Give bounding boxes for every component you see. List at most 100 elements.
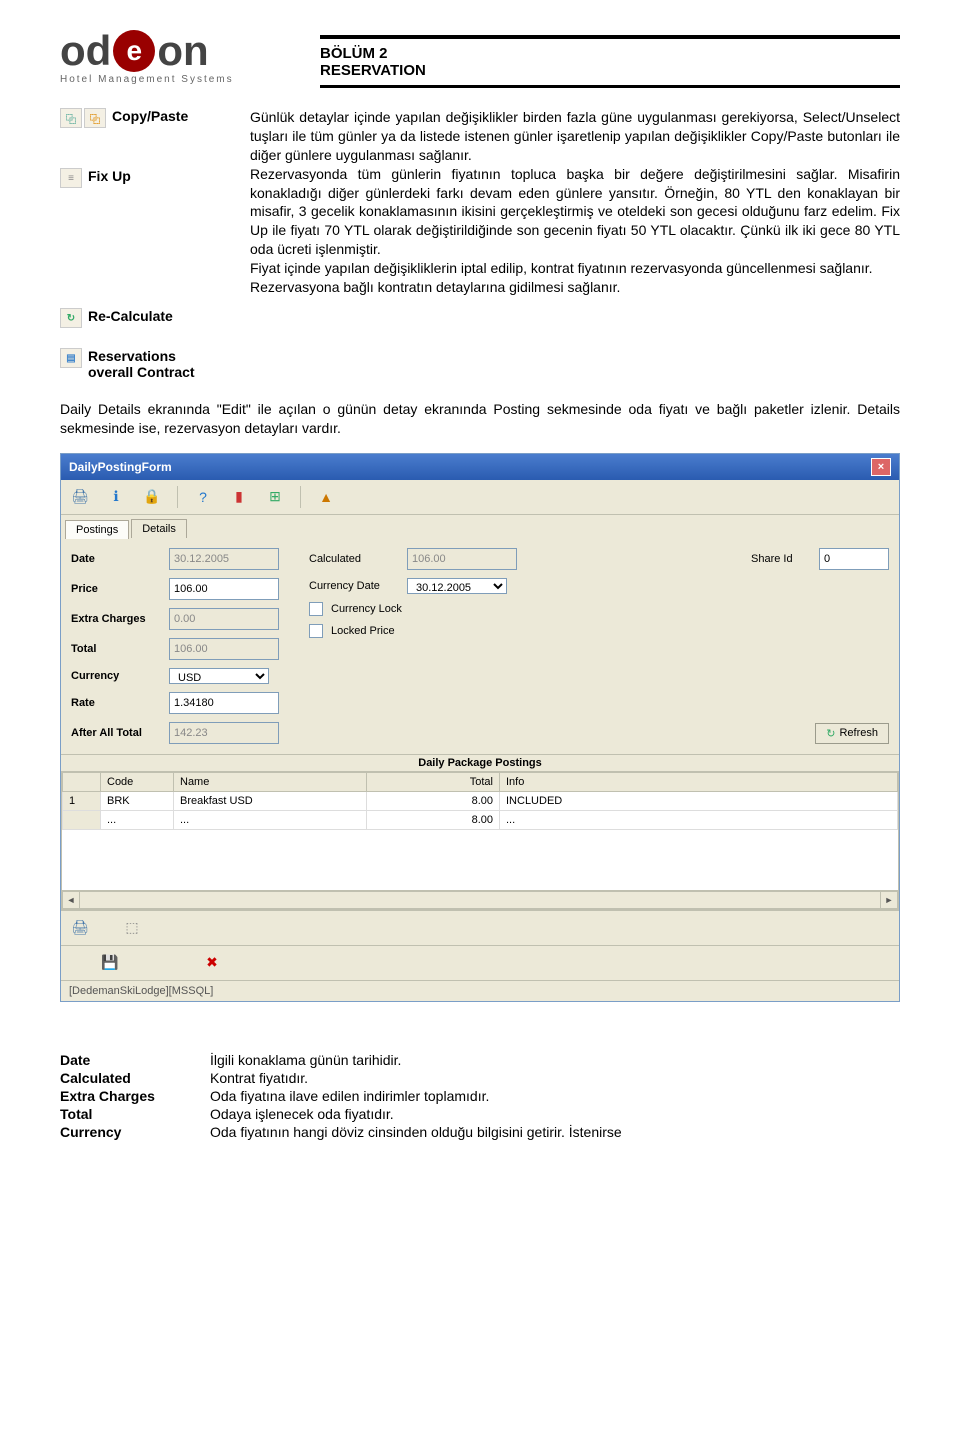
refresh-label: Refresh <box>839 727 878 739</box>
help-icon[interactable]: ? <box>192 486 214 508</box>
feature-table: ⿻ ⿻ Copy/Paste ≡ Fix Up ↻ Re-Calculate ▤… <box>60 108 900 380</box>
def-text-total: Odaya işlenecek oda fiyatıdır. <box>210 1106 900 1122</box>
feature-label-recalc: Re-Calculate <box>88 308 173 324</box>
print-icon-2[interactable]: 🖨 <box>69 917 91 939</box>
calculated-label: Calculated <box>309 553 399 565</box>
currency-label: Currency <box>71 670 161 682</box>
feature-desc-recalc: Fiyat içinde yapılan değişikliklerin ipt… <box>250 259 900 278</box>
tree-icon[interactable]: ⊞ <box>264 486 286 508</box>
status-bar: [DedemanSkiLodge][MSSQL] <box>61 980 899 1001</box>
horizontal-scrollbar[interactable]: ◄ ► <box>62 890 898 909</box>
body-paragraph: Daily Details ekranında "Edit" ile açıla… <box>60 400 900 438</box>
scroll-track[interactable] <box>80 891 880 909</box>
price-label: Price <box>71 583 161 595</box>
titlebar: DailyPostingForm × <box>61 454 899 480</box>
lockprice-checkbox[interactable] <box>309 624 323 638</box>
package-grid: Code Name Total Info 1 BRK Breakfast USD… <box>61 771 899 910</box>
def-text-extra: Oda fiyatına ilave edilen indirimler top… <box>210 1088 900 1104</box>
col-name: Name <box>174 772 367 791</box>
delete-icon[interactable]: ✖ <box>201 952 223 974</box>
info-icon[interactable]: ℹ <box>105 486 127 508</box>
feature-desc-fixup: Rezervasyonda tüm günlerin fiyatının top… <box>250 165 900 259</box>
def-label-total: Total <box>60 1106 210 1122</box>
def-label-calculated: Calculated <box>60 1070 210 1086</box>
extra-field[interactable] <box>169 608 279 630</box>
feature-desc-contract: Rezervasyona bağlı kontratın detaylarına… <box>250 278 900 297</box>
definitions-table: Date İlgili konaklama günün tarihidir. C… <box>60 1052 900 1140</box>
contract-icon: ▤ <box>60 348 82 368</box>
table-row[interactable]: ... ... 8.00 ... <box>63 810 898 829</box>
col-info: Info <box>500 772 898 791</box>
total-label: Total <box>71 643 161 655</box>
tab-postings[interactable]: Postings <box>65 520 129 539</box>
print-icon[interactable]: 🖨 <box>69 486 91 508</box>
save-icon-2[interactable]: ⬚ <box>121 917 143 939</box>
shareid-field[interactable] <box>819 548 889 570</box>
grid-toolbar: 🖨 ⬚ <box>61 910 899 945</box>
logo-part3: on <box>157 30 208 72</box>
def-label-extra: Extra Charges <box>60 1088 210 1104</box>
form-area: Date Price Extra Charges Total Currency <box>61 538 899 754</box>
refresh-button[interactable]: ↻ Refresh <box>815 723 889 744</box>
def-label-date: Date <box>60 1052 210 1068</box>
scroll-left-icon[interactable]: ◄ <box>62 891 80 909</box>
page-header: od e on Hotel Management Systems BÖLÜM 2… <box>60 30 900 88</box>
logo: od e on Hotel Management Systems <box>60 30 320 85</box>
bottom-toolbar-2: 💾 ✖ <box>61 945 899 980</box>
logo-subtitle: Hotel Management Systems <box>60 74 320 85</box>
feature-label-contract: Reservations overall Contract <box>88 348 218 380</box>
date-field[interactable] <box>169 548 279 570</box>
scroll-right-icon[interactable]: ► <box>880 891 898 909</box>
def-text-calculated: Kontrat fiyatıdır. <box>210 1070 900 1086</box>
price-field[interactable] <box>169 578 279 600</box>
rate-field[interactable] <box>169 692 279 714</box>
afterall-field[interactable] <box>169 722 279 744</box>
currlock-checkbox[interactable] <box>309 602 323 616</box>
window-title: DailyPostingForm <box>69 460 172 474</box>
daily-posting-window: DailyPostingForm × 🖨 ℹ 🔒 ? ▮ ⊞ ▲ Posting… <box>60 453 900 1002</box>
col-idx <box>63 772 101 791</box>
feature-desc-copypaste: Günlük detaylar içinde yapılan değişikli… <box>250 108 900 165</box>
def-text-currency: Oda fiyatının hangi döviz cinsinden oldu… <box>210 1124 900 1140</box>
save-icon[interactable]: 💾 <box>99 952 121 974</box>
currdate-label: Currency Date <box>309 580 399 592</box>
top-toolbar: 🖨 ℹ 🔒 ? ▮ ⊞ ▲ <box>61 480 899 515</box>
lockprice-label: Locked Price <box>331 625 395 637</box>
grid-header-row: Code Name Total Info <box>63 772 898 791</box>
recalculate-icon: ↻ <box>60 308 82 328</box>
close-button[interactable]: × <box>871 458 891 476</box>
lock-icon[interactable]: 🔒 <box>141 486 163 508</box>
refresh-icon: ↻ <box>826 727 835 740</box>
header-line2: RESERVATION <box>320 62 900 79</box>
calculated-field[interactable] <box>407 548 517 570</box>
currlock-label: Currency Lock <box>331 603 402 615</box>
shareid-label: Share Id <box>751 553 811 565</box>
paste-icon: ⿻ <box>84 108 106 128</box>
total-field[interactable] <box>169 638 279 660</box>
grid-empty-area <box>62 830 898 890</box>
rate-label: Rate <box>71 697 161 709</box>
chart-icon[interactable]: ▮ <box>228 486 250 508</box>
feature-label-fixup: Fix Up <box>88 168 131 184</box>
table-row[interactable]: 1 BRK Breakfast USD 8.00 INCLUDED <box>63 791 898 810</box>
extra-label: Extra Charges <box>71 613 161 625</box>
def-text-date: İlgili konaklama günün tarihidir. <box>210 1052 900 1068</box>
copy-icon: ⿻ <box>60 108 82 128</box>
logo-part2: e <box>113 30 155 72</box>
tabstrip: Postings Details <box>61 515 899 538</box>
currdate-select[interactable]: 30.12.2005 <box>407 578 507 594</box>
col-total: Total <box>367 772 500 791</box>
tab-details[interactable]: Details <box>131 519 187 538</box>
section-title: Daily Package Postings <box>61 754 899 771</box>
copy-paste-icons: ⿻ ⿻ <box>60 108 106 128</box>
expand-icon[interactable]: ▲ <box>315 486 337 508</box>
def-label-currency: Currency <box>60 1124 210 1140</box>
col-code: Code <box>101 772 174 791</box>
header-line1: BÖLÜM 2 <box>320 45 900 62</box>
logo-part1: od <box>60 30 111 72</box>
fixup-icon: ≡ <box>60 168 82 188</box>
currency-select[interactable]: USD <box>169 668 269 684</box>
date-label: Date <box>71 553 161 565</box>
feature-label-copypaste: Copy/Paste <box>112 108 188 124</box>
afterall-label: After All Total <box>71 727 161 739</box>
